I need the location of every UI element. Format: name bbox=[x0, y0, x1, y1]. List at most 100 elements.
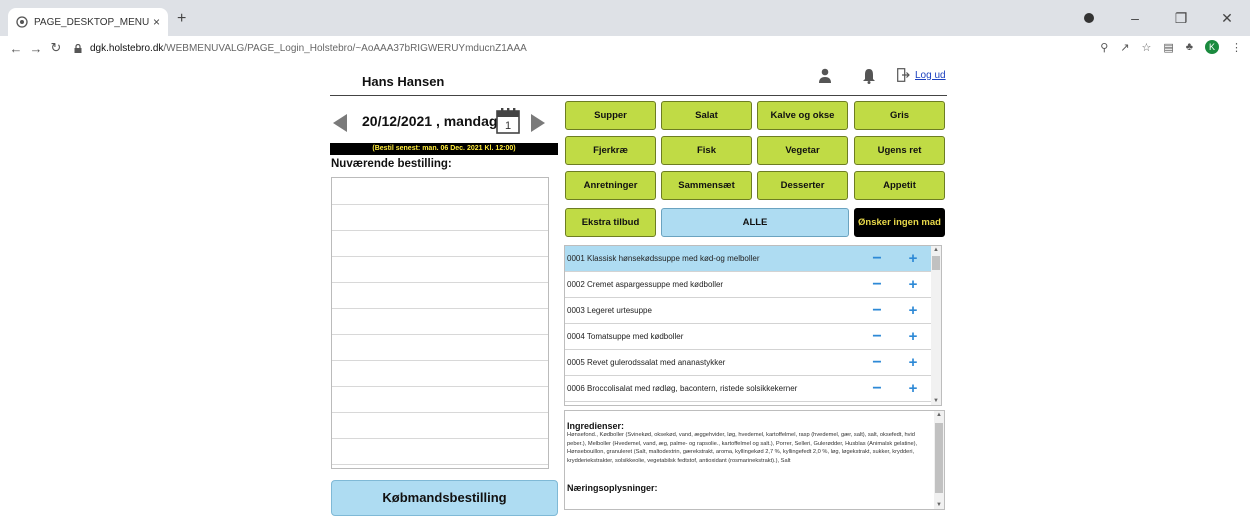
profile-avatar[interactable]: K bbox=[1205, 40, 1219, 54]
url-field[interactable]: dgk.holstebro.dk /WEBMENUVALG/PAGE_Login… bbox=[74, 43, 527, 54]
category-button[interactable]: Kalve og okse bbox=[757, 101, 848, 130]
back-icon[interactable]: ← bbox=[6, 41, 26, 56]
order-row-line bbox=[332, 282, 548, 283]
order-row-line bbox=[332, 438, 548, 439]
current-order-title: Nuværende bestilling: bbox=[331, 158, 452, 170]
dish-list: 0001 Klassisk hønsekødssuppe med kød-og … bbox=[564, 245, 942, 406]
current-date: 20/12/2021 , mandag bbox=[362, 113, 498, 129]
decrease-quantity-button[interactable]: − bbox=[869, 302, 885, 319]
info-scroll-up-icon[interactable]: ▲ bbox=[934, 411, 944, 419]
decrease-quantity-button[interactable]: − bbox=[869, 328, 885, 345]
current-order-list bbox=[331, 177, 549, 469]
logout-label[interactable]: Log ud bbox=[915, 70, 946, 81]
category-button[interactable]: Ugens ret bbox=[854, 136, 945, 165]
merchant-order-button[interactable]: Købmandsbestilling bbox=[331, 480, 558, 516]
ingredients-title: Ingredienser: bbox=[567, 421, 625, 431]
user-name: Hans Hansen bbox=[362, 74, 445, 89]
person-icon[interactable] bbox=[818, 68, 832, 84]
browser-profile-dot-icon[interactable] bbox=[1066, 10, 1112, 26]
scroll-up-icon[interactable]: ▲ bbox=[931, 246, 941, 254]
logout-link[interactable]: Log ud bbox=[897, 68, 946, 82]
browser-tab[interactable]: PAGE_DESKTOP_MENUCHOICES × bbox=[8, 8, 168, 36]
window-controls: – ❐ ✕ bbox=[1066, 0, 1250, 36]
scroll-down-icon[interactable]: ▼ bbox=[931, 397, 941, 405]
category-button[interactable]: Ekstra tilbud bbox=[565, 208, 656, 237]
category-button[interactable]: Vegetar bbox=[757, 136, 848, 165]
category-button[interactable]: ALLE bbox=[661, 208, 849, 237]
dish-row[interactable]: 0006 Broccolisalat med rødløg, bacontern… bbox=[565, 376, 931, 402]
dish-row[interactable]: 0002 Cremet aspargessuppe med kødboller −… bbox=[565, 272, 931, 298]
restore-icon[interactable]: ❐ bbox=[1158, 10, 1204, 27]
bell-icon[interactable] bbox=[862, 68, 876, 84]
order-row-line bbox=[332, 308, 548, 309]
browser-tab-strip: PAGE_DESKTOP_MENUCHOICES × + – ❐ ✕ bbox=[0, 0, 1250, 36]
info-scroll-thumb[interactable] bbox=[935, 423, 943, 493]
calendar-icon[interactable]: 1 bbox=[496, 107, 520, 134]
order-row-line bbox=[332, 412, 548, 413]
url-host: dgk.holstebro.dk bbox=[90, 42, 164, 54]
category-button[interactable]: Salat bbox=[661, 101, 752, 130]
globe-icon bbox=[16, 16, 28, 28]
reading-list-icon[interactable]: ▤ bbox=[1163, 41, 1173, 54]
dish-info-panel: Ingredienser: Hønsefond., Kødboller (Svi… bbox=[564, 410, 945, 510]
new-tab-button[interactable]: + bbox=[177, 10, 186, 28]
close-window-icon[interactable]: ✕ bbox=[1204, 10, 1250, 27]
nutrition-title: Næringsoplysninger: bbox=[567, 483, 658, 493]
url-path: /WEBMENUVALG/PAGE_Login_Holstebro/~AoAAA… bbox=[163, 42, 527, 54]
category-button[interactable]: Desserter bbox=[757, 171, 848, 200]
increase-quantity-button[interactable]: + bbox=[905, 329, 921, 344]
dish-row[interactable]: 0004 Tomatsuppe med kødboller − + bbox=[565, 324, 931, 350]
order-deadline: (Bestil senest: man. 06 Dec. 2021 Kl. 12… bbox=[330, 143, 558, 155]
next-day-arrow-icon[interactable] bbox=[530, 113, 546, 133]
order-row-line bbox=[332, 386, 548, 387]
lock-icon bbox=[74, 43, 82, 53]
info-scroll-down-icon[interactable]: ▼ bbox=[934, 501, 944, 509]
dish-list-scrollbar[interactable]: ▲ ▼ bbox=[931, 246, 941, 405]
order-row-line bbox=[332, 360, 548, 361]
info-scrollbar[interactable]: ▲ ▼ bbox=[934, 411, 944, 509]
category-button[interactable]: Anretninger bbox=[565, 171, 656, 200]
order-row-line bbox=[332, 256, 548, 257]
dish-row[interactable]: 0003 Legeret urtesuppe − + bbox=[565, 298, 931, 324]
minimize-icon[interactable]: – bbox=[1112, 10, 1158, 26]
tab-close-icon[interactable]: × bbox=[153, 15, 160, 29]
dish-row[interactable]: 0005 Revet gulerodssalat med ananastykke… bbox=[565, 350, 931, 376]
dish-row[interactable]: 0001 Klassisk hønsekødssuppe med kød-og … bbox=[565, 246, 931, 272]
calendar-day: 1 bbox=[505, 120, 511, 132]
decrease-quantity-button[interactable]: − bbox=[869, 250, 885, 267]
order-row-line bbox=[332, 230, 548, 231]
category-button[interactable]: Fjerkræ bbox=[565, 136, 656, 165]
previous-day-arrow-icon[interactable] bbox=[332, 113, 348, 133]
reload-icon[interactable]: ↻ bbox=[46, 40, 66, 56]
increase-quantity-button[interactable]: + bbox=[905, 277, 921, 292]
category-button[interactable]: Ønsker ingen mad bbox=[854, 208, 945, 237]
category-button[interactable]: Supper bbox=[565, 101, 656, 130]
star-icon[interactable]: ☆ bbox=[1142, 41, 1152, 54]
dish-name: 0005 Revet gulerodssalat med ananastykke… bbox=[567, 358, 726, 367]
key-icon[interactable]: ⚲ bbox=[1100, 41, 1108, 54]
decrease-quantity-button[interactable]: − bbox=[869, 380, 885, 397]
ingredients-text: Hønsefond., Kødboller (Svinekød, oksekød… bbox=[567, 432, 918, 464]
logout-icon bbox=[897, 68, 910, 82]
share-icon[interactable]: ↗ bbox=[1120, 41, 1129, 54]
decrease-quantity-button[interactable]: − bbox=[869, 276, 885, 293]
increase-quantity-button[interactable]: + bbox=[905, 381, 921, 396]
dish-name: 0006 Broccolisalat med rødløg, bacontern… bbox=[567, 384, 798, 393]
decrease-quantity-button[interactable]: − bbox=[869, 354, 885, 371]
menu-icon[interactable]: ⋮ bbox=[1231, 41, 1242, 54]
category-button[interactable]: Gris bbox=[854, 101, 945, 130]
dish-name: 0003 Legeret urtesuppe bbox=[567, 306, 652, 315]
dish-name: 0002 Cremet aspargessuppe med kødboller bbox=[567, 280, 724, 289]
increase-quantity-button[interactable]: + bbox=[905, 303, 921, 318]
forward-icon[interactable]: → bbox=[26, 41, 46, 56]
increase-quantity-button[interactable]: + bbox=[905, 355, 921, 370]
header-divider bbox=[330, 95, 947, 96]
category-button[interactable]: Appetit bbox=[854, 171, 945, 200]
order-row-line bbox=[332, 204, 548, 205]
scroll-thumb[interactable] bbox=[932, 256, 940, 270]
category-button[interactable]: Fisk bbox=[661, 136, 752, 165]
increase-quantity-button[interactable]: + bbox=[905, 251, 921, 266]
category-button[interactable]: Sammensæt bbox=[661, 171, 752, 200]
extensions-icon[interactable]: ♣ bbox=[1186, 41, 1193, 53]
address-bar: ← → ↻ dgk.holstebro.dk /WEBMENUVALG/PAGE… bbox=[0, 36, 1250, 60]
